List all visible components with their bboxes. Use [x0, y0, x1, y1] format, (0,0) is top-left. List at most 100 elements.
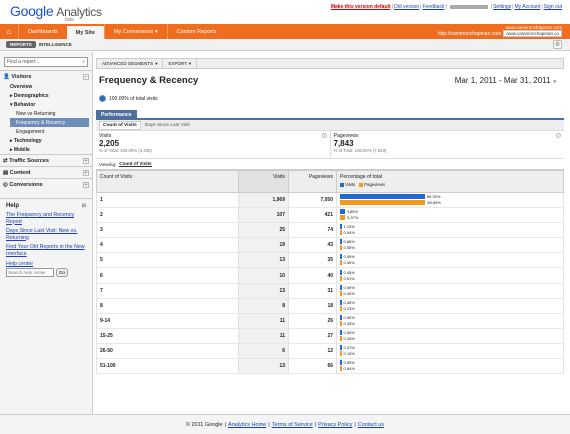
bar-visits-label: 0.45% — [343, 269, 355, 275]
col-count-of-visits[interactable]: Count of Visits — [96, 170, 239, 193]
cell-count: 51-100 — [96, 358, 239, 375]
collapse-icon[interactable]: ⊟ — [82, 203, 86, 209]
col-pageviews[interactable]: Pageviews — [288, 170, 337, 193]
expand-icon[interactable]: + — [83, 157, 89, 164]
feedback-link[interactable]: Feedback — [422, 4, 444, 10]
subtabs: Count of Visits Days Since Last Visit — [96, 120, 564, 131]
my-account-link[interactable]: My Account — [514, 4, 540, 10]
footer: © 2011 Google | Analytics Home | Terms of Se… — [0, 414, 570, 434]
cell-percentage: 0.27% 0.15% — [336, 343, 564, 360]
export-button[interactable]: EXPORT ▾ — [163, 59, 198, 68]
reports-tab[interactable]: REPORTS — [6, 41, 36, 48]
intelligence-tab[interactable]: INTELLIGENCE — [39, 42, 72, 47]
help-link-days-since[interactable]: Days Since Last Visit: New vs. Returning — [6, 228, 86, 241]
footer-contact[interactable]: Contact us — [358, 422, 384, 428]
settings-link[interactable]: Settings — [493, 4, 511, 10]
help-icon[interactable]: ? — [556, 133, 561, 138]
sidebar-item-overview[interactable]: Overview — [0, 82, 92, 91]
help-search-input[interactable] — [6, 268, 54, 277]
gear-icon[interactable]: ⚙ — [553, 40, 562, 49]
sidebar-item-demographics[interactable]: ▸ Demographics — [0, 91, 92, 100]
visitors-label: Visitors — [11, 73, 32, 80]
help-panel: Help ⊟ The Frequency and Recency Report D… — [0, 198, 92, 281]
cell-pageviews: 18 — [288, 298, 337, 314]
old-version-link[interactable]: Old version — [394, 4, 419, 10]
legend-visits-label: Visits — [345, 182, 356, 187]
sidebar-section-visitors[interactable]: 👤 Visitors − — [0, 70, 92, 82]
footer-analytics-home[interactable]: Analytics Home — [228, 422, 266, 428]
bar-visits-label: 0.59% — [343, 254, 355, 260]
collapse-icon[interactable]: − — [83, 73, 89, 80]
property-select[interactable]: www.cameronchapman.co — [503, 30, 562, 37]
sidebar-section-conversions[interactable]: ◎ Conversions + — [0, 178, 92, 190]
bar-pageviews-label: 0.84% — [343, 366, 355, 372]
account-selector[interactable]: www.cameronchapman.com http://cameroncha… — [438, 25, 562, 37]
sidebar-section-traffic-sources[interactable]: ⇄ Traffic Sources + — [0, 154, 92, 166]
sidebar-item-mobile[interactable]: ▸ Mobile — [0, 145, 92, 154]
expand-icon[interactable]: + — [83, 181, 89, 188]
google-analytics-logo[interactable]: Google Analytics beta — [10, 3, 102, 23]
cell-count: 6 — [96, 267, 239, 284]
table-row: 9-14 11 26 0.50% 0.33% — [96, 313, 564, 329]
bar-visits — [340, 314, 342, 320]
col-percentage: Percentage of total Visits Pageviews — [336, 170, 564, 193]
make-default-link[interactable]: Make this version default — [331, 4, 391, 10]
performance-tab-bar: Performance — [96, 110, 564, 120]
bar-visits — [340, 269, 342, 275]
nav-dashboards[interactable]: Dashboards — [18, 24, 67, 39]
segments-label: ADVANCED SEGMENTS — [102, 61, 154, 66]
sidebar-item-technology[interactable]: ▸ Technology — [0, 136, 92, 145]
col-visits[interactable]: Visits — [238, 170, 289, 193]
cell-count: 26-50 — [96, 343, 239, 360]
nav-my-site[interactable]: My Site — [66, 26, 104, 39]
sidebar-item-behavior[interactable]: ▾ Behavior — [0, 100, 92, 109]
help-center-link[interactable]: Help center — [6, 261, 86, 267]
find-report-input[interactable]: Find a report... ⌕ — [4, 57, 88, 67]
viewing-option[interactable]: Count of Visits — [119, 161, 152, 167]
bar-pageviews-label: 0.40% — [343, 290, 355, 296]
footer-terms[interactable]: Terms of Service — [272, 422, 313, 428]
cell-count: 4 — [96, 237, 239, 254]
cell-percentage: 0.59% 0.40% — [336, 283, 564, 299]
cell-pageviews: 7,050 — [288, 192, 337, 209]
segment-pct: 100.00% of total visits — [99, 95, 564, 102]
go-button[interactable]: Go — [56, 268, 69, 277]
technology-label: Technology — [13, 138, 42, 144]
content-icon: ▤ — [3, 169, 9, 176]
sidebar-section-content[interactable]: ▤ Content + — [0, 166, 92, 178]
search-icon[interactable]: ⌕ — [82, 59, 87, 65]
behavior-label: Behavior — [13, 102, 36, 108]
bar-visits-label: 89.30% — [426, 194, 441, 200]
nav-custom-reports[interactable]: Custom Reports — [166, 24, 226, 39]
sidebar-item-new-vs-returning[interactable]: New vs Returning — [0, 109, 92, 118]
footer-privacy[interactable]: Privacy Policy — [318, 422, 352, 428]
help-icon[interactable]: ? — [321, 133, 327, 138]
advanced-segments-button[interactable]: ADVANCED SEGMENTS ▾ — [97, 59, 164, 68]
date-range-picker[interactable]: Mar 1, 2011 - Mar 31, 2011 ▾ — [455, 76, 556, 85]
nav-my-conversions[interactable]: My Conversions ▾ — [103, 24, 167, 39]
tab-performance[interactable]: Performance — [96, 110, 137, 120]
tab-days-since-last-visit[interactable]: Days Since Last Visit — [145, 123, 190, 128]
bar-pageviews — [340, 350, 342, 356]
sidebar-item-engagement[interactable]: Engagement — [0, 127, 92, 136]
bar-pageviews — [340, 366, 342, 372]
sidebar-item-frequency-recency[interactable]: Frequency & Recency — [10, 118, 89, 127]
user-email-redacted — [449, 4, 488, 9]
bar-pageviews-row: 0.51% — [340, 275, 560, 281]
home-icon[interactable]: ⌂ — [0, 24, 18, 39]
bar-pageviews-row: 0.55% — [340, 245, 560, 251]
data-table: Count of Visits Visits Pageviews Percent… — [96, 170, 564, 375]
bar-pageviews-row: 0.15% — [340, 350, 560, 356]
viewing-bar: Viewing: Count of Visits — [96, 159, 564, 170]
bar-pageviews-row: 0.34% — [340, 335, 560, 341]
cell-visits: 107 — [238, 207, 289, 224]
top-links: Make this version default|Old version|Fe… — [330, 4, 562, 10]
help-link-frequency[interactable]: The Frequency and Recency Report — [6, 212, 86, 225]
tab-count-of-visits[interactable]: Count of Visits — [99, 120, 141, 130]
table-row: 5 13 35 0.59% 0.45% — [96, 252, 564, 269]
help-link-old-reports[interactable]: Find Your Old Reports in the New Interfa… — [6, 244, 86, 257]
expand-icon[interactable]: + — [83, 169, 89, 176]
sign-out-link[interactable]: Sign out — [544, 4, 562, 10]
cell-visits: 25 — [238, 222, 289, 239]
segment-pct-text: 100.00% of total visits — [109, 95, 158, 102]
